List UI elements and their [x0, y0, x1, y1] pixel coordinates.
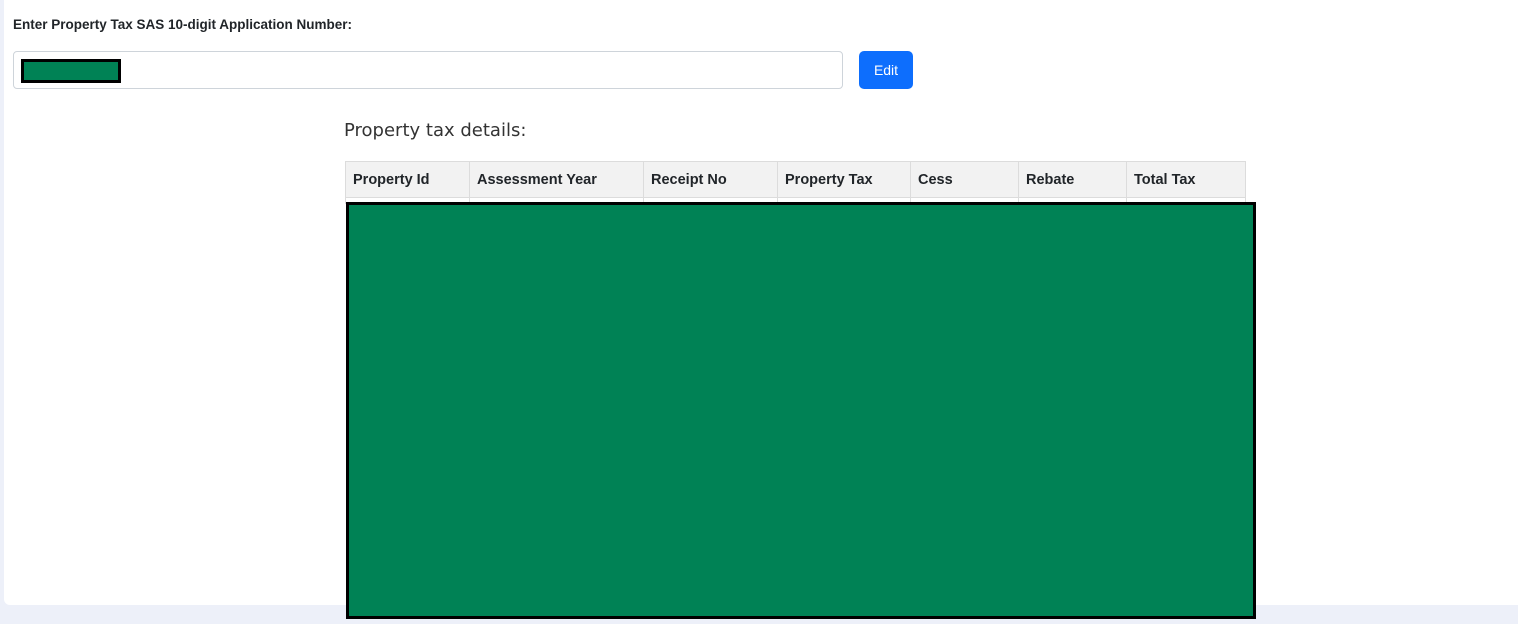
table-header-row: Property Id Assessment Year Receipt No P…	[345, 161, 1246, 198]
column-header-rebate: Rebate	[1018, 161, 1127, 198]
edit-button[interactable]: Edit	[859, 51, 913, 89]
redacted-value	[21, 59, 121, 83]
property-tax-details-title: Property tax details:	[344, 120, 527, 141]
redacted-table-body	[346, 202, 1256, 619]
column-header-receipt-no: Receipt No	[643, 161, 778, 198]
application-number-label: Enter Property Tax SAS 10-digit Applicat…	[13, 17, 353, 32]
column-header-total-tax: Total Tax	[1126, 161, 1246, 198]
column-header-assessment-year: Assessment Year	[469, 161, 644, 198]
column-header-property-tax: Property Tax	[777, 161, 911, 198]
column-header-cess: Cess	[910, 161, 1019, 198]
column-header-property-id: Property Id	[345, 161, 470, 198]
application-number-input[interactable]	[13, 51, 843, 89]
property-tax-table: Property Id Assessment Year Receipt No P…	[345, 161, 1246, 204]
